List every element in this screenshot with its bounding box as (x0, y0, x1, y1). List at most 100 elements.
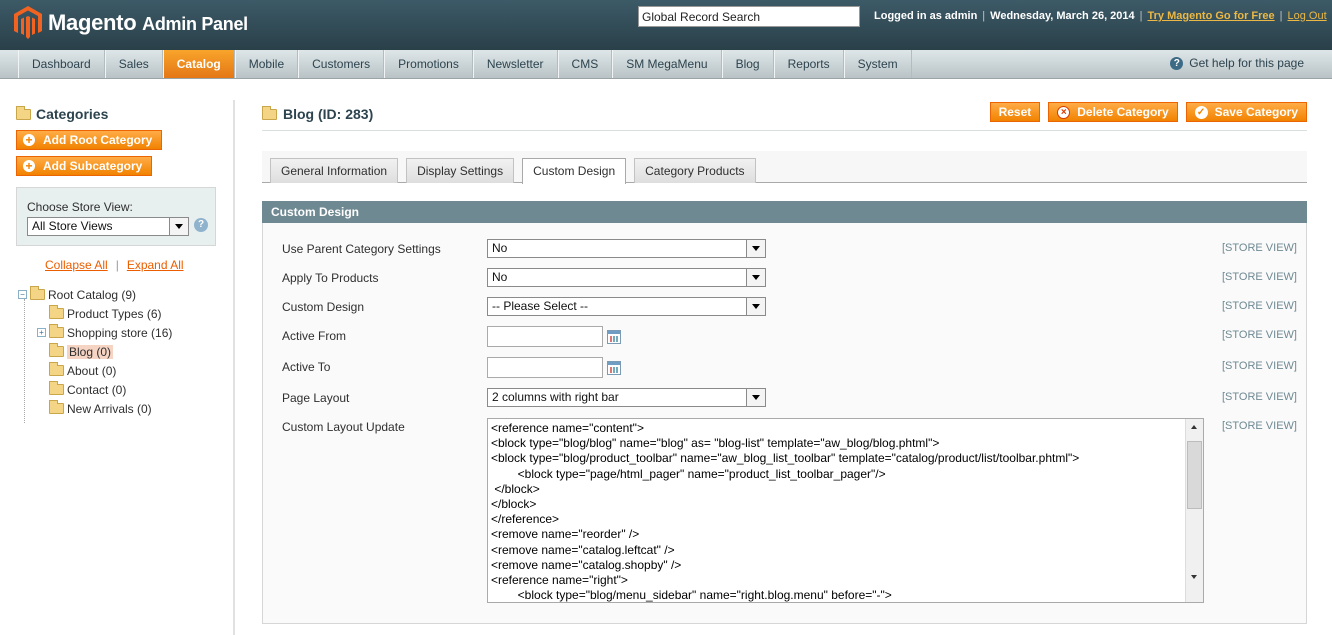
tree-node-label: Product Types (6) (67, 306, 162, 321)
folder-icon (49, 343, 64, 357)
tree-node[interactable]: − Root Catalog (9) (18, 285, 172, 304)
nav-bar: Dashboard Sales Catalog Mobile Customers Prom… (18, 50, 912, 78)
nav-item-sm-megamenu[interactable]: SM MegaMenu (612, 50, 722, 78)
tree-node-label: New Arrivals (0) (67, 401, 152, 416)
scroll-thumb[interactable] (1187, 441, 1202, 509)
scroll-down-icon[interactable] (1186, 569, 1203, 586)
calendar-icon[interactable] (607, 330, 621, 344)
collapse-icon[interactable]: − (18, 290, 27, 299)
help-label: Get help for this page (1189, 56, 1304, 70)
code-line: </block> (491, 481, 540, 496)
calendar-icon[interactable] (607, 361, 621, 375)
code-line: <block type="blog/menu_sidebar" name="ri… (491, 588, 892, 603)
scope-label: [STORE VIEW] (1222, 300, 1297, 312)
custom-design-select[interactable]: -- Please Select -- (487, 297, 766, 316)
global-search-input[interactable] (638, 6, 860, 27)
expand-all-link[interactable]: Expand All (127, 258, 184, 272)
logout-link[interactable]: Log Out (1288, 10, 1327, 22)
tree-node[interactable]: Blog (0) (18, 342, 172, 361)
header-user-info: Logged in as admin | Wednesday, March 26, … (874, 10, 1327, 22)
tree-node[interactable]: Product Types (6) (18, 304, 172, 323)
tabs: General Information Display Settings Custo… (270, 158, 756, 184)
nav-item-customers[interactable]: Customers (298, 50, 385, 78)
checkmark-icon: ✓ (1194, 105, 1208, 119)
nav-item-newsletter[interactable]: Newsletter (472, 50, 558, 78)
apply-products-select[interactable]: No (487, 268, 766, 287)
logged-in-text: Logged in as admin (874, 10, 978, 22)
nav-item-sales[interactable]: Sales (104, 50, 163, 78)
page-layout-select[interactable]: 2 columns with right bar (487, 388, 766, 407)
nav-item-system[interactable]: System (843, 50, 912, 78)
tab-general-information[interactable]: General Information (270, 158, 399, 183)
code-line: <block type="blog/blog" name="blog" as= … (491, 436, 940, 451)
form-actions: Reset × Delete Category ✓ Save Category (989, 102, 1307, 122)
code-line: <block type="page/html_pager" name="prod… (491, 466, 886, 481)
use-parent-label: Use Parent Category Settings (282, 242, 441, 256)
nav-item-cms[interactable]: CMS (557, 50, 613, 78)
add-root-category-button[interactable]: + Add Root Category (16, 130, 163, 150)
code-line: <block type="blog/product_toolbar" name=… (491, 451, 1080, 466)
tab-display-settings[interactable]: Display Settings (406, 158, 515, 183)
title-divider (262, 130, 1307, 131)
use-parent-select[interactable]: No (487, 239, 766, 258)
folder-icon (49, 362, 64, 376)
add-subcategory-button[interactable]: + Add Subcategory (16, 156, 153, 176)
tab-custom-design[interactable]: Custom Design (522, 158, 627, 184)
scroll-up-icon[interactable] (1186, 419, 1203, 436)
folder-icon (49, 305, 64, 319)
tab-category-products[interactable]: Category Products (634, 158, 756, 183)
layout-update-textarea[interactable]: <reference name="content"> <block type="b… (487, 418, 1204, 603)
delete-category-button[interactable]: × Delete Category (1048, 102, 1178, 122)
active-to-input[interactable] (487, 357, 603, 378)
nav-item-reports[interactable]: Reports (773, 50, 844, 78)
nav-item-catalog[interactable]: Catalog (162, 50, 235, 78)
code-line: <reference name="right"> (491, 573, 628, 588)
page-layout-label: Page Layout (282, 391, 350, 405)
folder-icon (49, 381, 64, 395)
logo-text: Magento Admin Panel (48, 9, 248, 35)
chevron-down-icon (746, 298, 765, 315)
nav-item-blog[interactable]: Blog (721, 50, 774, 78)
store-view-select[interactable]: All Store Views (27, 217, 189, 236)
code-line: <remove name="reorder" /> (491, 527, 640, 542)
plus-icon: + (23, 160, 35, 172)
nav-item-mobile[interactable]: Mobile (234, 50, 299, 78)
nav-item-dashboard[interactable]: Dashboard (18, 50, 105, 78)
header-date: Wednesday, March 26, 2014 (990, 10, 1135, 22)
textarea-scrollbar[interactable] (1185, 419, 1203, 602)
chevron-down-icon (169, 218, 188, 235)
collapse-all-link[interactable]: Collapse All (45, 258, 108, 272)
magento-logo[interactable]: Magento Admin Panel (14, 6, 248, 39)
help-link[interactable]: ? Get help for this page (1170, 56, 1304, 70)
custom-design-label: Custom Design (282, 300, 365, 314)
page-title: Blog (ID: 283) (262, 105, 373, 122)
active-from-label: Active From (282, 329, 347, 343)
section-header: Custom Design (262, 201, 1307, 223)
apply-products-label: Apply To Products (282, 271, 379, 285)
magento-logo-icon (14, 6, 42, 39)
tree-node[interactable]: New Arrivals (0) (18, 399, 172, 418)
nav-item-promotions[interactable]: Promotions (384, 50, 473, 78)
categories-title: Categories (16, 105, 216, 122)
chevron-down-icon (746, 240, 765, 257)
store-view-label: Choose Store View: (27, 200, 133, 214)
tree-node[interactable]: + Shopping store (16) (18, 323, 172, 342)
tree-node[interactable]: Contact (0) (18, 380, 172, 399)
folder-icon (30, 286, 45, 300)
code-line: <reference name="content"> (491, 421, 644, 435)
chevron-down-icon (746, 269, 765, 286)
help-icon: ? (1170, 56, 1184, 70)
save-category-button[interactable]: ✓ Save Category (1185, 102, 1307, 122)
try-magento-go-link[interactable]: Try Magento Go for Free (1148, 10, 1275, 22)
code-line: <remove name="catalog.leftcat" /> (491, 542, 675, 557)
tree-node-label: Root Catalog (9) (48, 287, 137, 302)
tree-node[interactable]: About (0) (18, 361, 172, 380)
expand-icon[interactable]: + (37, 328, 46, 337)
column-divider (233, 100, 235, 635)
active-from-input[interactable] (487, 326, 603, 347)
question-icon[interactable]: ? (194, 218, 208, 232)
reset-button[interactable]: Reset (989, 102, 1041, 122)
plus-icon: + (23, 134, 35, 146)
tree-links: Collapse All | Expand All (45, 258, 184, 272)
tree-node-label: About (0) (67, 363, 117, 378)
